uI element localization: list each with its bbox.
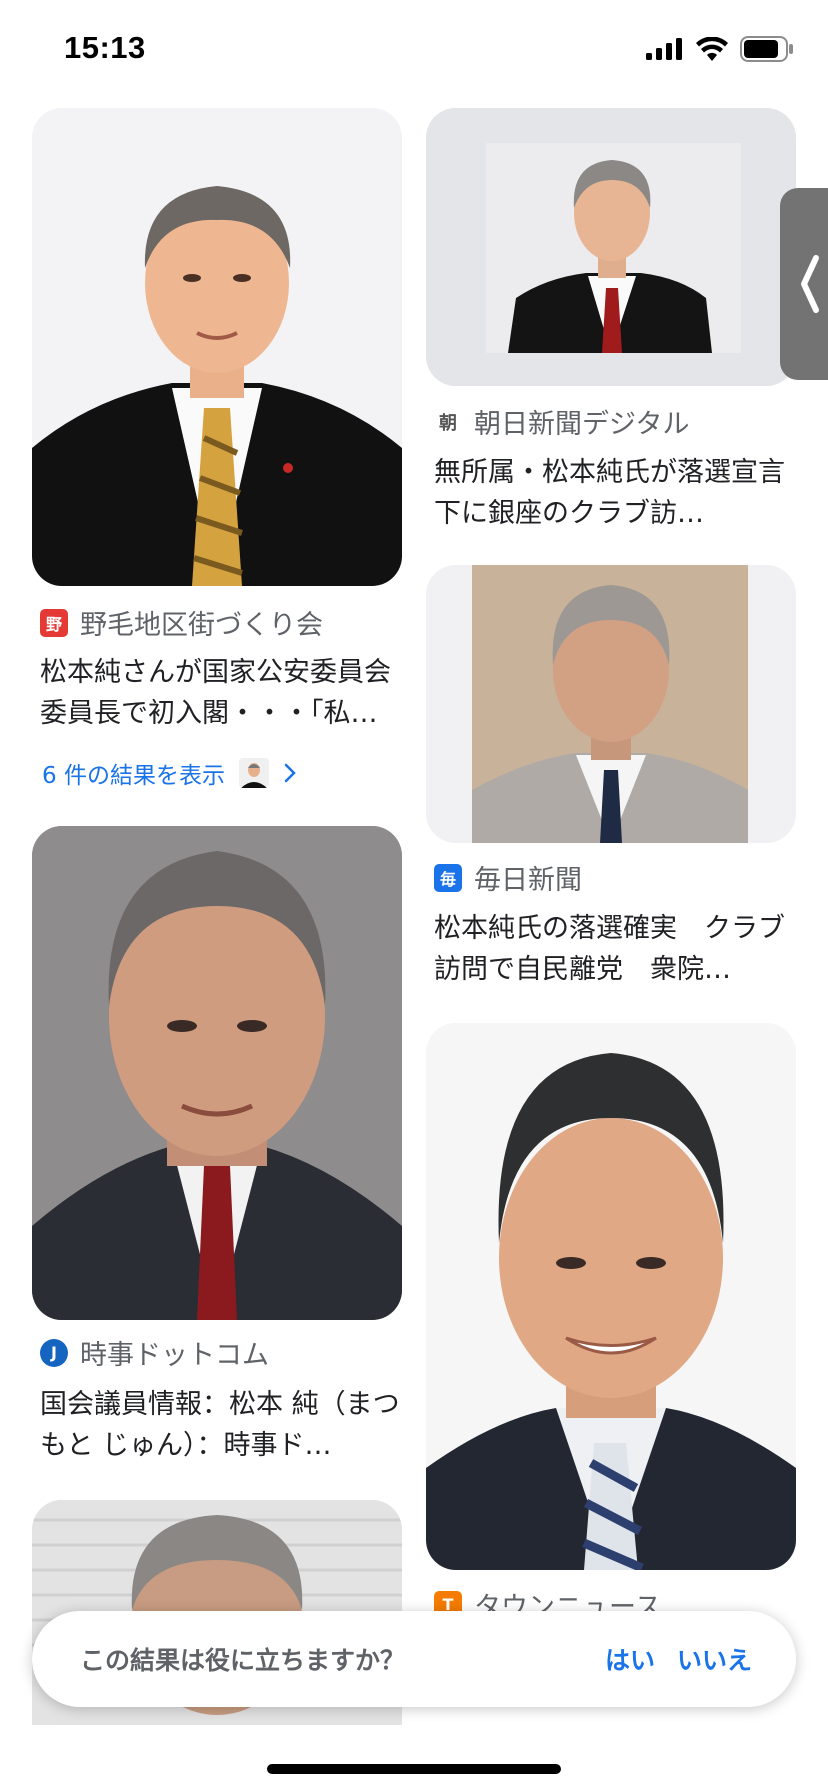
result-title[interactable]: 松本純さんが国家公安委員会委員長で初入閣・・・「私…	[40, 652, 400, 734]
status-bar: 15:13	[0, 0, 828, 100]
chevron-left-icon	[801, 255, 819, 313]
result-thumbnail[interactable]	[426, 108, 796, 386]
result-source-name: 野毛地区街づくり会	[80, 610, 323, 641]
source-favicon-icon: J	[40, 1338, 68, 1367]
more-results-link[interactable]: 6 件の結果を表示	[42, 756, 297, 790]
result-source-name: 時事ドットコム	[80, 1340, 269, 1371]
result-title[interactable]: 松本純氏の落選確実 クラブ訪問で自民離党 衆院…	[434, 908, 794, 990]
result-thumbnail[interactable]	[32, 826, 402, 1320]
result-thumbnail[interactable]	[426, 565, 796, 843]
home-indicator[interactable]	[267, 1764, 561, 1774]
result-source[interactable]: J 時事ドットコム	[40, 1333, 269, 1372]
result-source-name: 毎日新聞	[474, 865, 582, 896]
source-favicon-icon: 野	[40, 608, 68, 637]
result-title[interactable]: 国会議員情報：松本 純（まつもと じゅん）：時事ド…	[40, 1384, 400, 1466]
result-title[interactable]: 無所属・松本純氏が落選宣言下に銀座のクラブ訪…	[434, 452, 794, 534]
result-source[interactable]: 朝 朝日新聞デジタル	[434, 402, 689, 441]
feedback-bar: この結果は役に立ちますか？ はい いいえ	[32, 1611, 796, 1707]
feedback-question: この結果は役に立ちますか？	[80, 1646, 406, 1675]
feedback-actions: はい いいえ	[605, 1641, 752, 1677]
feedback-yes-button[interactable]: はい	[605, 1641, 655, 1677]
status-time: 15:13	[64, 30, 146, 65]
feedback-no-button[interactable]: いいえ	[677, 1641, 752, 1677]
side-panel-handle[interactable]	[780, 188, 828, 380]
result-thumbnail[interactable]	[32, 108, 402, 586]
status-icons	[646, 36, 794, 62]
more-results-label: 6 件の結果を表示	[42, 763, 225, 789]
chevron-right-icon	[284, 763, 296, 783]
result-source[interactable]: 野 野毛地区街づくり会	[40, 603, 323, 642]
more-results-thumbnail	[238, 758, 269, 788]
result-source[interactable]: 毎 毎日新聞	[434, 858, 582, 897]
battery-icon	[740, 36, 793, 62]
source-favicon-icon: 毎	[434, 863, 462, 892]
result-source-name: 朝日新聞デジタル	[474, 409, 690, 440]
result-thumbnail[interactable]	[426, 1023, 796, 1570]
signal-icon	[646, 38, 682, 60]
wifi-icon	[696, 37, 728, 61]
source-favicon-icon: 朝	[434, 407, 462, 436]
